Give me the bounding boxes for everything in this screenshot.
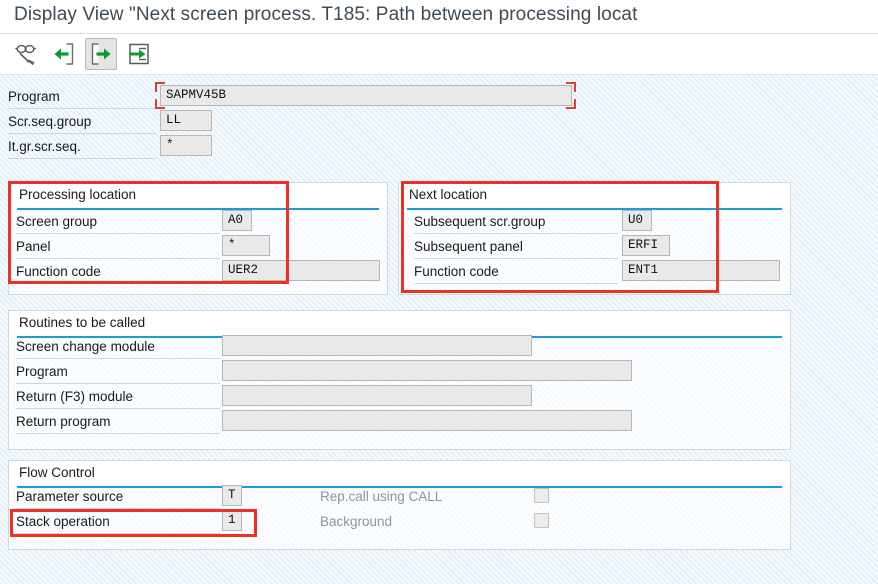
label-underline bbox=[8, 108, 156, 109]
field-return-f3-module[interactable] bbox=[222, 385, 532, 406]
field-label-scr-seq-group: Scr.seq.group bbox=[8, 114, 92, 129]
toolbar-separator bbox=[0, 74, 878, 75]
field-label-function-code-left: Function code bbox=[16, 264, 101, 279]
label-underline bbox=[16, 508, 220, 509]
field-stack-operation[interactable]: 1 bbox=[222, 510, 242, 531]
label-underline bbox=[16, 283, 220, 284]
label-underline bbox=[16, 433, 220, 434]
other-entry-icon[interactable] bbox=[123, 38, 155, 70]
label-underline bbox=[16, 233, 220, 234]
group-flow-control: Flow Control bbox=[8, 460, 791, 550]
field-return-program[interactable] bbox=[222, 410, 632, 431]
application-toolbar bbox=[0, 34, 878, 74]
field-function-code-left[interactable]: UER2 bbox=[222, 260, 380, 281]
label-underline bbox=[16, 358, 220, 359]
previous-entry-icon[interactable] bbox=[48, 38, 80, 70]
window-title-bar: Display View "Next screen process. T185:… bbox=[0, 0, 878, 33]
group-caption-flow-control: Flow Control bbox=[19, 465, 95, 480]
display-change-icon[interactable] bbox=[10, 38, 42, 70]
label-underline bbox=[16, 533, 220, 534]
field-label-screen-change-module: Screen change module bbox=[16, 339, 155, 354]
checkbox-label-rep-call-using-call: Rep.call using CALL bbox=[320, 489, 443, 504]
field-label-parameter-source: Parameter source bbox=[16, 489, 124, 504]
label-underline bbox=[16, 258, 220, 259]
field-label-function-code-right: Function code bbox=[414, 264, 499, 279]
group-caption-next-location: Next location bbox=[409, 187, 488, 202]
label-underline bbox=[414, 233, 618, 234]
group-caption-rule bbox=[17, 208, 379, 210]
label-underline bbox=[8, 133, 156, 134]
group-caption-processing-location: Processing location bbox=[19, 187, 137, 202]
checkbox-label-background: Background bbox=[320, 514, 393, 529]
label-underline bbox=[16, 408, 220, 409]
field-program[interactable]: SAPMV45B bbox=[160, 85, 572, 106]
field-function-code-right[interactable]: ENT1 bbox=[622, 260, 780, 281]
group-caption-rule bbox=[407, 208, 782, 210]
label-underline bbox=[8, 158, 156, 159]
field-screen-change-module[interactable] bbox=[222, 335, 532, 356]
field-itgr-scr-seq[interactable]: * bbox=[160, 135, 212, 156]
field-label-return-f3-module: Return (F3) module bbox=[16, 389, 134, 404]
checkbox-background[interactable] bbox=[534, 513, 549, 528]
field-subsequent-scr-group[interactable]: U0 bbox=[622, 210, 652, 231]
field-scr-seq-group[interactable]: LL bbox=[160, 110, 212, 131]
sap-gui-window: Display View "Next screen process. T185:… bbox=[0, 0, 878, 584]
field-label-program: Program bbox=[8, 89, 60, 104]
page-title: Display View "Next screen process. T185:… bbox=[14, 4, 638, 25]
group-caption-background bbox=[9, 461, 790, 485]
next-entry-icon[interactable] bbox=[85, 38, 117, 70]
checkbox-rep-call-using-call[interactable] bbox=[534, 488, 549, 503]
group-caption-rule bbox=[17, 486, 782, 488]
field-label-panel: Panel bbox=[16, 239, 51, 254]
field-label-stack-operation: Stack operation bbox=[16, 514, 110, 529]
field-screen-group[interactable]: A0 bbox=[222, 210, 252, 231]
field-subsequent-panel[interactable]: ERFI bbox=[622, 235, 670, 256]
field-label-screen-group: Screen group bbox=[16, 214, 98, 229]
group-caption-routines: Routines to be called bbox=[19, 315, 146, 330]
label-underline bbox=[414, 283, 618, 284]
label-underline bbox=[414, 258, 618, 259]
field-parameter-source[interactable]: T bbox=[222, 485, 242, 506]
field-label-routine-program: Program bbox=[16, 364, 68, 379]
field-label-return-program: Return program bbox=[16, 414, 111, 429]
label-underline bbox=[16, 383, 220, 384]
field-label-subsequent-scr-group: Subsequent scr.group bbox=[414, 214, 546, 229]
field-panel[interactable]: * bbox=[222, 235, 270, 256]
field-label-subsequent-panel: Subsequent panel bbox=[414, 239, 523, 254]
field-label-itgr-scr-seq: It.gr.scr.seq. bbox=[8, 139, 81, 154]
field-routine-program[interactable] bbox=[222, 360, 632, 381]
